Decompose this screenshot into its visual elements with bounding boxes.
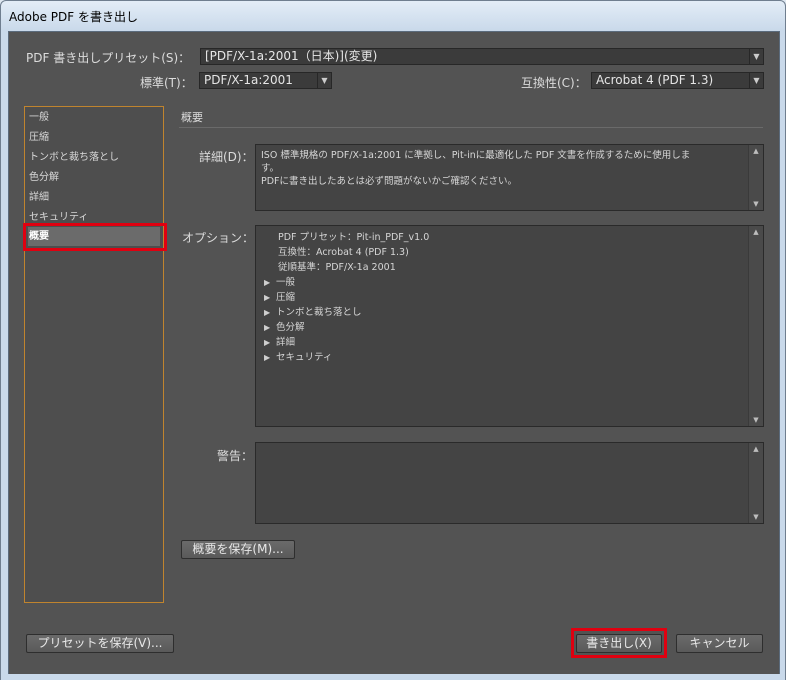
expand-triangle-icon[interactable]: ▶ (264, 338, 276, 347)
preset-value: [PDF/X-1a:2001（日本)](変更) (205, 49, 378, 63)
option-group-marks-bleeds[interactable]: ▶ トンボと裁ち落とし (264, 304, 362, 318)
warning-textbox[interactable]: ▲ ▼ (255, 442, 764, 524)
sidebar-item-advanced[interactable]: 詳細 (28, 188, 160, 207)
scroll-up-icon[interactable]: ▲ (749, 147, 763, 155)
category-sidebar: 一般 圧縮 トンボと裁ち落とし 色分解 詳細 セキュリティ 概要 (24, 106, 164, 603)
detail-line: ISO 標準規格の PDF/X-1a:2001 に準拠し、Pit-inに最適化し… (261, 150, 691, 161)
scroll-up-icon[interactable]: ▲ (749, 445, 763, 453)
dropdown-arrow-icon: ▼ (749, 49, 763, 64)
sidebar-item-separations[interactable]: 色分解 (28, 168, 160, 187)
scroll-down-icon[interactable]: ▼ (749, 200, 763, 208)
option-group-advanced[interactable]: ▶ 詳細 (264, 334, 295, 348)
expand-triangle-icon[interactable]: ▶ (264, 278, 276, 287)
sidebar-item-general[interactable]: 一般 (28, 108, 160, 127)
compat-label: 互換性(C)： (521, 76, 587, 90)
expand-triangle-icon[interactable]: ▶ (264, 293, 276, 302)
sidebar-item-compression[interactable]: 圧縮 (28, 128, 160, 147)
standard-dropdown[interactable]: PDF/X-1a:2001 ▼ (199, 72, 332, 89)
scroll-down-icon[interactable]: ▼ (749, 416, 763, 424)
standard-label: 標準(T)： (140, 76, 193, 90)
window-bottom-border (1, 674, 785, 680)
expand-triangle-icon[interactable]: ▶ (264, 308, 276, 317)
standard-value: PDF/X-1a:2001 (204, 73, 293, 87)
warning-label: 警告： (217, 449, 254, 463)
option-preset: PDF プリセット：Pit-in_PDF_v1.0 (278, 232, 430, 243)
detail-textbox[interactable]: ISO 標準規格の PDF/X-1a:2001 に準拠し、Pit-inに最適化し… (255, 144, 764, 211)
option-group-separations[interactable]: ▶ 色分解 (264, 319, 305, 333)
option-group-security[interactable]: ▶ セキュリティ (264, 349, 332, 363)
warning-scrollbar[interactable]: ▲ ▼ (748, 443, 763, 523)
preset-label: PDF 書き出しプリセット(S)： (26, 51, 191, 65)
option-compat: 互換性：Acrobat 4 (PDF 1.3) (278, 247, 409, 258)
compat-dropdown[interactable]: Acrobat 4 (PDF 1.3) ▼ (591, 72, 764, 89)
options-scrollbar[interactable]: ▲ ▼ (748, 226, 763, 426)
detail-line: す。 (261, 163, 280, 174)
option-group-general[interactable]: ▶ 一般 (264, 274, 295, 288)
options-label: オプション： (182, 231, 255, 245)
detail-label: 詳細(D)： (199, 150, 254, 164)
option-standard: 従順基準：PDF/X-1a 2001 (278, 262, 396, 273)
options-tree[interactable]: PDF プリセット：Pit-in_PDF_v1.0 互換性：Acrobat 4 … (255, 225, 764, 427)
save-summary-button[interactable]: 概要を保存(M)... (181, 540, 295, 559)
save-preset-button[interactable]: プリセットを保存(V)... (26, 634, 174, 653)
summary-highlight-box (23, 223, 167, 251)
expand-triangle-icon[interactable]: ▶ (264, 323, 276, 332)
preset-dropdown[interactable]: [PDF/X-1a:2001（日本)](変更) ▼ (200, 48, 764, 65)
option-group-compression[interactable]: ▶ 圧縮 (264, 289, 295, 303)
section-divider (179, 127, 763, 128)
cancel-button[interactable]: キャンセル (676, 634, 763, 653)
scroll-down-icon[interactable]: ▼ (749, 513, 763, 521)
expand-triangle-icon[interactable]: ▶ (264, 353, 276, 362)
title-bar[interactable]: Adobe PDF を書き出し (1, 1, 785, 31)
sidebar-item-marks-bleeds[interactable]: トンボと裁ち落とし (28, 148, 160, 167)
compat-value: Acrobat 4 (PDF 1.3) (596, 73, 714, 87)
section-title: 概要 (181, 111, 203, 124)
dropdown-arrow-icon: ▼ (317, 73, 331, 88)
dropdown-arrow-icon: ▼ (749, 73, 763, 88)
detail-scrollbar[interactable]: ▲ ▼ (748, 145, 763, 210)
window-title: Adobe PDF を書き出し (9, 10, 138, 24)
scroll-up-icon[interactable]: ▲ (749, 228, 763, 236)
export-pdf-dialog: Adobe PDF を書き出し PDF 書き出しプリセット(S)： [PDF/X… (0, 0, 786, 680)
dialog-client-area: PDF 書き出しプリセット(S)： [PDF/X-1a:2001（日本)](変更… (8, 31, 780, 676)
detail-line: PDFに書き出したあとは必ず問題がないかご確認ください。 (261, 176, 518, 187)
export-highlight-box (571, 628, 667, 658)
